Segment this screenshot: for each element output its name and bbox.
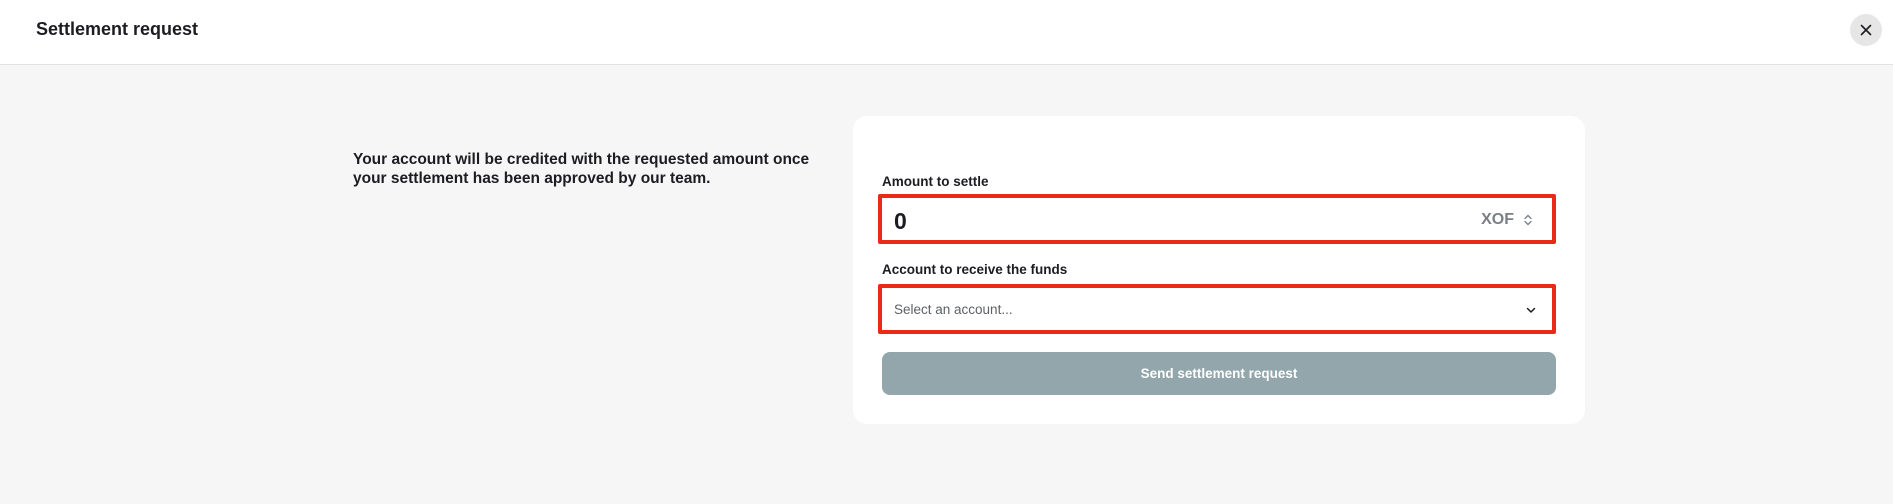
settlement-form-card: Amount to settle 0 XOF Account to receiv… [853, 116, 1585, 424]
updown-chevron-icon [1524, 214, 1532, 226]
amount-value[interactable]: 0 [894, 208, 907, 234]
amount-label: Amount to settle [882, 174, 989, 189]
chevron-down-icon [1526, 307, 1536, 313]
currency-selector[interactable]: XOF [1481, 210, 1532, 230]
settlement-info-text: Your account will be credited with the r… [353, 151, 810, 187]
close-button[interactable] [1850, 14, 1882, 46]
currency-code: XOF [1481, 211, 1514, 228]
amount-input[interactable]: 0 XOF [878, 194, 1556, 244]
account-placeholder: Select an account... [894, 302, 1013, 317]
close-icon [1860, 24, 1872, 36]
send-settlement-request-button[interactable]: Send settlement request [882, 352, 1556, 395]
page-title: Settlement request [36, 19, 199, 39]
account-label: Account to receive the funds [882, 262, 1068, 277]
modal-header: Settlement request [0, 0, 1893, 65]
account-select[interactable]: Select an account... [878, 284, 1556, 334]
